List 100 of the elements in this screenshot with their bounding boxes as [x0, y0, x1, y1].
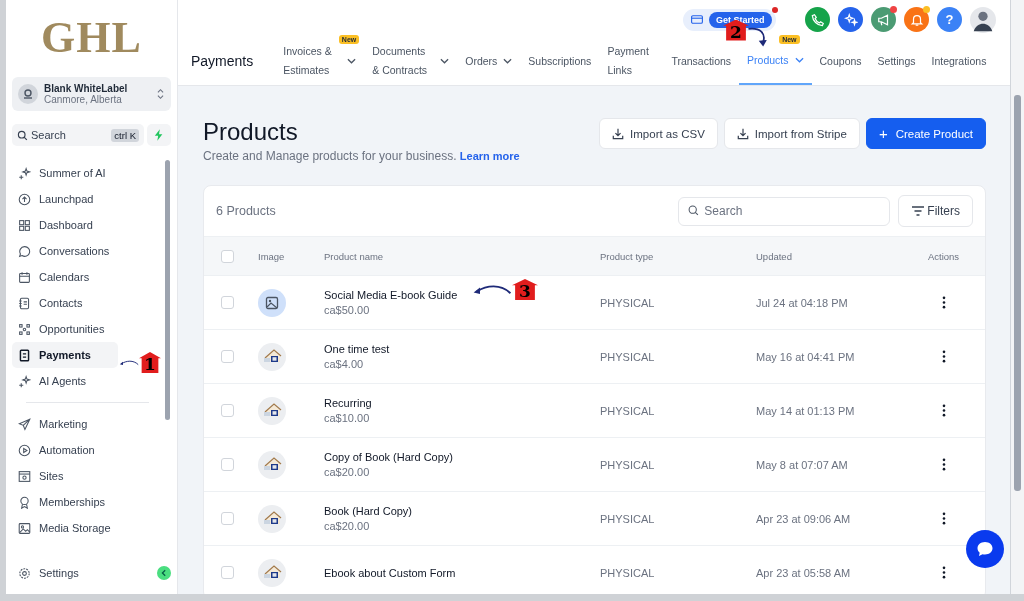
product-name[interactable]: Copy of Book (Hard Copy) [324, 451, 453, 463]
row-checkbox[interactable] [221, 296, 234, 310]
nav-tab[interactable]: Integrations [923, 37, 995, 85]
updated-date: Apr 23 at 05:58 AM [756, 566, 851, 579]
avatar[interactable] [970, 6, 996, 33]
chat-icon [975, 539, 995, 559]
row-checkbox[interactable] [221, 404, 234, 418]
sidebar-item[interactable]: Payments [12, 342, 118, 368]
sidebar-item[interactable]: AI Agents [12, 368, 118, 394]
product-price: ca$20.00 [324, 520, 370, 532]
row-checkbox[interactable] [221, 458, 234, 472]
nav-tab[interactable]: Settings [869, 37, 924, 85]
row-checkbox[interactable] [221, 350, 234, 364]
megaphone-button[interactable] [871, 7, 896, 33]
sort-icon [156, 88, 165, 100]
more-options-icon[interactable] [941, 566, 946, 579]
section-title: Payments [191, 53, 254, 70]
product-name[interactable]: One time test [324, 343, 390, 355]
column-header: Actions [927, 250, 960, 262]
menu-item-icon [18, 348, 31, 362]
bell-icon [909, 12, 924, 27]
page-scrollbar[interactable] [1010, 0, 1024, 594]
step-marker: 3 [512, 279, 538, 300]
menu-item-icon [18, 218, 31, 232]
bolt-icon [154, 129, 164, 141]
collapse-button[interactable] [157, 566, 171, 580]
column-header: Image [258, 250, 285, 262]
download-icon [736, 127, 749, 140]
more-options-icon[interactable] [941, 458, 946, 471]
updated-date: May 14 at 01:13 PM [756, 404, 855, 417]
updated-date: May 16 at 04:41 PM [756, 350, 855, 363]
select-all-checkbox[interactable] [221, 249, 234, 263]
updated-date: May 8 at 07:07 AM [756, 458, 848, 471]
filters-button[interactable]: Filters [898, 195, 973, 227]
more-options-icon[interactable] [941, 296, 946, 309]
product-name[interactable]: Ebook about Custom Form [324, 566, 456, 579]
sidebar-item[interactable]: Launchpad [12, 186, 118, 212]
product-name[interactable]: Recurring [324, 397, 372, 409]
account-switcher[interactable]: Blank WhiteLabel Canmore, Alberta [12, 77, 171, 111]
nav-tab[interactable]: Coupons [811, 37, 870, 85]
updated-date: Apr 23 at 09:06 AM [756, 512, 851, 525]
bell-button[interactable] [904, 7, 929, 33]
import-button[interactable]: Import as CSV [599, 118, 718, 149]
product-type: PHYSICAL [600, 404, 655, 417]
nav-tab[interactable]: Documents & Contracts [364, 37, 458, 85]
filter-icon [911, 206, 926, 216]
product-type: PHYSICAL [600, 350, 655, 363]
menu-item-icon [18, 495, 31, 509]
chat-button[interactable] [966, 530, 1004, 568]
product-price: ca$20.00 [324, 466, 370, 478]
more-options-icon[interactable] [941, 404, 946, 417]
menu-item-icon [18, 322, 31, 336]
nav-tab[interactable]: Payment Links [599, 37, 664, 85]
row-checkbox[interactable] [221, 566, 234, 580]
product-name[interactable]: Social Media E-book Guide [324, 289, 458, 301]
card-icon [691, 15, 703, 25]
column-header: Product type [600, 250, 654, 262]
more-options-icon[interactable] [941, 350, 946, 363]
product-type: PHYSICAL [600, 296, 655, 309]
search-icon [17, 130, 28, 141]
learn-more-link[interactable]: Learn more [459, 150, 520, 162]
sidebar-item[interactable]: Media Storage [12, 515, 118, 541]
phone-button[interactable] [805, 7, 830, 33]
sidebar-item[interactable]: Sites [12, 463, 118, 489]
sidebar-item[interactable]: Calendars [12, 264, 118, 290]
more-options-icon[interactable] [941, 512, 946, 525]
menu-item-icon [18, 192, 31, 206]
sidebar-item[interactable]: Conversations [12, 238, 118, 264]
sidebar-item[interactable]: Contacts [12, 290, 118, 316]
sidebar-item[interactable]: Summer of AI [12, 160, 118, 186]
sidebar-item[interactable]: Opportunities [12, 316, 118, 342]
column-header: Updated [756, 250, 792, 262]
sparkle-button[interactable] [838, 7, 863, 33]
curved-arrow [747, 26, 769, 48]
settings-item[interactable]: Settings [12, 560, 118, 586]
nav-tab[interactable]: Transactions [663, 37, 740, 85]
chevron-down-icon [503, 58, 513, 65]
search-field[interactable]: Search [678, 196, 891, 226]
sidebar-item[interactable]: Automation [12, 437, 118, 463]
sidebar-item[interactable]: Marketing [12, 411, 118, 437]
menu-item-icon [18, 166, 31, 180]
row-checkbox[interactable] [221, 512, 234, 526]
create-button[interactable]: + Create Product [865, 118, 986, 149]
page-title: Products [203, 118, 299, 146]
product-count: 6 Products [216, 204, 277, 218]
quick-action-button[interactable] [147, 124, 171, 146]
nav-tab[interactable]: Orders [457, 37, 521, 85]
sidebar-item[interactable]: Dashboard [12, 212, 118, 238]
step-marker: 1 [139, 352, 161, 373]
updated-date: Jul 24 at 04:18 PM [756, 296, 848, 309]
shortcut-key: ctrl K [111, 129, 139, 142]
product-type: PHYSICAL [600, 458, 655, 471]
sidebar-item[interactable]: Memberships [12, 489, 118, 515]
nav-tab[interactable]: Subscriptions [520, 37, 600, 85]
product-price: ca$10.00 [324, 412, 370, 424]
import-button[interactable]: Import from Stripe [723, 118, 860, 149]
product-name[interactable]: Book (Hard Copy) [324, 505, 413, 517]
help-button[interactable]: ? [937, 7, 962, 33]
sparkle-icon [843, 12, 858, 27]
download-icon [612, 127, 625, 140]
